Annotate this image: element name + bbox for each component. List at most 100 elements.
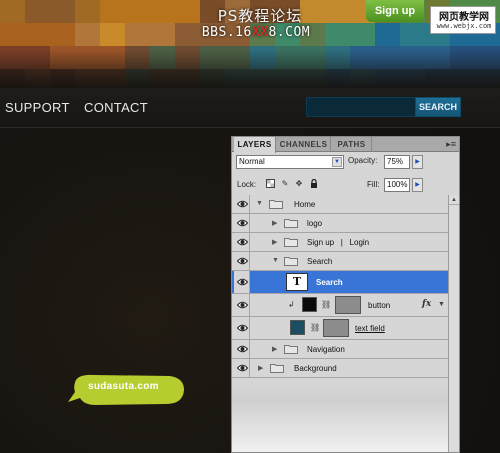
- blend-mode-select[interactable]: Normal ▼: [236, 155, 344, 169]
- forum-url-suffix: 8.COM: [268, 25, 311, 40]
- layer-name: Search: [307, 257, 333, 266]
- layer-name: Navigation: [307, 345, 345, 354]
- folder-icon: [284, 219, 298, 228]
- lock-transparency-icon[interactable]: [265, 179, 275, 189]
- layers-scrollbar[interactable]: ▲: [448, 195, 459, 452]
- mosaic-tile: [50, 23, 75, 46]
- layer-name: Search: [316, 278, 343, 287]
- watermark-badge: 网页教学网 www.webjx.com: [430, 6, 496, 34]
- eye-icon[interactable]: [234, 252, 250, 270]
- clipping-arrow-icon: ↲: [288, 300, 295, 309]
- layer-row-text-field[interactable]: ⛓ text field: [232, 317, 448, 340]
- chevron-down-icon: ▼: [332, 157, 342, 167]
- eye-icon[interactable]: [234, 294, 250, 316]
- layer-name: text field: [355, 324, 385, 333]
- fill-slider-button[interactable]: ▶: [412, 178, 423, 192]
- chevron-down-icon[interactable]: ▼: [438, 301, 445, 308]
- mosaic-tile: [125, 23, 150, 46]
- fill-field[interactable]: 100%: [384, 178, 410, 192]
- layers-panel: LAYERS CHANNELS PATHS ▸≡ Normal ▼ Opacit…: [231, 136, 460, 453]
- tab-channels[interactable]: CHANNELS: [277, 137, 331, 152]
- layer-thumbnail: [290, 320, 305, 335]
- lock-position-icon[interactable]: ✥: [294, 179, 304, 189]
- folder-icon: [284, 345, 298, 354]
- layer-row-background[interactable]: ▶ Background: [232, 359, 448, 378]
- nav-item-support[interactable]: SUPPORT: [5, 100, 70, 115]
- mosaic-tile: [175, 0, 200, 23]
- layer-name: logo: [307, 219, 323, 228]
- tab-layers[interactable]: LAYERS: [234, 137, 276, 153]
- layer-row-signup-login[interactable]: ▶ Sign up | Login: [232, 233, 448, 252]
- layer-thumbnail: [302, 297, 317, 312]
- mosaic-tile: [75, 0, 100, 23]
- expand-arrow-icon[interactable]: ▶: [258, 364, 263, 372]
- layer-row-search-text[interactable]: T Search: [232, 271, 448, 294]
- mosaic-tile: [100, 0, 125, 23]
- mosaic-tile: [100, 23, 125, 46]
- eye-icon[interactable]: [234, 340, 250, 358]
- vector-mask-thumbnail: [323, 319, 349, 337]
- expand-arrow-icon[interactable]: ▼: [256, 200, 263, 207]
- layer-name: button: [368, 301, 391, 310]
- tab-paths[interactable]: PATHS: [332, 137, 372, 152]
- opacity-label: Opacity:: [348, 156, 378, 165]
- layer-row-logo[interactable]: ▶ logo: [232, 214, 448, 233]
- signup-button[interactable]: Sign up: [366, 0, 424, 22]
- opacity-field[interactable]: 75%: [384, 155, 410, 169]
- expand-arrow-icon[interactable]: ▼: [272, 257, 279, 264]
- eye-icon[interactable]: [234, 359, 250, 377]
- forum-url-prefix: BBS.16: [201, 25, 252, 40]
- lock-label: Lock:: [237, 180, 257, 189]
- layer-row-home[interactable]: ▼ Home: [232, 195, 448, 214]
- blend-mode-value: Normal: [239, 157, 265, 166]
- lock-all-icon[interactable]: [309, 178, 319, 189]
- eye-icon[interactable]: [234, 271, 250, 293]
- lock-pixels-icon[interactable]: ✎: [280, 179, 290, 189]
- panel-tabbar: LAYERS CHANNELS PATHS ▸≡: [232, 137, 459, 153]
- search-button[interactable]: SEARCH: [415, 97, 461, 117]
- link-chain-icon: ⛓: [321, 300, 332, 309]
- mosaic-tile: [25, 23, 50, 46]
- mosaic-tile: [325, 0, 350, 23]
- scroll-up-icon[interactable]: ▲: [449, 195, 459, 205]
- panel-menu-icon[interactable]: ▸≡: [446, 139, 456, 150]
- eye-icon[interactable]: [234, 214, 250, 232]
- fx-icon[interactable]: fx: [422, 299, 431, 309]
- folder-icon: [284, 238, 298, 247]
- text-layer-thumbnail: T: [286, 273, 308, 291]
- mosaic-tile: [50, 0, 75, 23]
- mosaic-tile: [25, 0, 50, 23]
- forum-url: BBS.16XX8.COM: [188, 25, 324, 40]
- eye-icon[interactable]: [234, 195, 250, 213]
- folder-icon: [270, 364, 284, 373]
- mosaic-tile: [75, 23, 100, 46]
- watermark-title: 网页教学网: [439, 12, 489, 23]
- folder-icon: [284, 257, 298, 266]
- expand-arrow-icon[interactable]: ▶: [272, 219, 277, 227]
- mosaic-tile: [325, 23, 350, 46]
- mosaic-tile: [125, 0, 150, 23]
- mosaic-tile: [150, 23, 175, 46]
- expand-arrow-icon[interactable]: ▶: [272, 238, 277, 246]
- layer-row-navigation[interactable]: ▶ Navigation: [232, 340, 448, 359]
- forum-url-highlight: XX: [251, 25, 269, 40]
- eye-icon[interactable]: [234, 317, 250, 339]
- mosaic-tile: [375, 23, 400, 46]
- mosaic-tile: [150, 0, 175, 23]
- layer-name: Background: [294, 364, 337, 373]
- mosaic-tile: [400, 23, 425, 46]
- mosaic-tile: [350, 23, 375, 46]
- link-chain-icon: ⛓: [310, 323, 321, 332]
- layer-name: Sign up | Login: [307, 238, 370, 247]
- eye-icon[interactable]: [234, 233, 250, 251]
- nav-item-contact[interactable]: CONTACT: [84, 100, 148, 115]
- expand-arrow-icon[interactable]: ▶: [272, 345, 277, 353]
- watermark-url: www.webjx.com: [436, 22, 492, 30]
- layer-row-button[interactable]: ↲ ⛓ button fx ▼: [232, 294, 448, 317]
- fill-label: Fill:: [367, 180, 380, 189]
- search-input[interactable]: [306, 97, 416, 117]
- opacity-slider-button[interactable]: ▶: [412, 155, 423, 169]
- logo-text: sudasuta.com: [88, 381, 159, 392]
- vector-mask-thumbnail: [335, 296, 361, 314]
- layer-row-search-group[interactable]: ▼ Search: [232, 252, 448, 271]
